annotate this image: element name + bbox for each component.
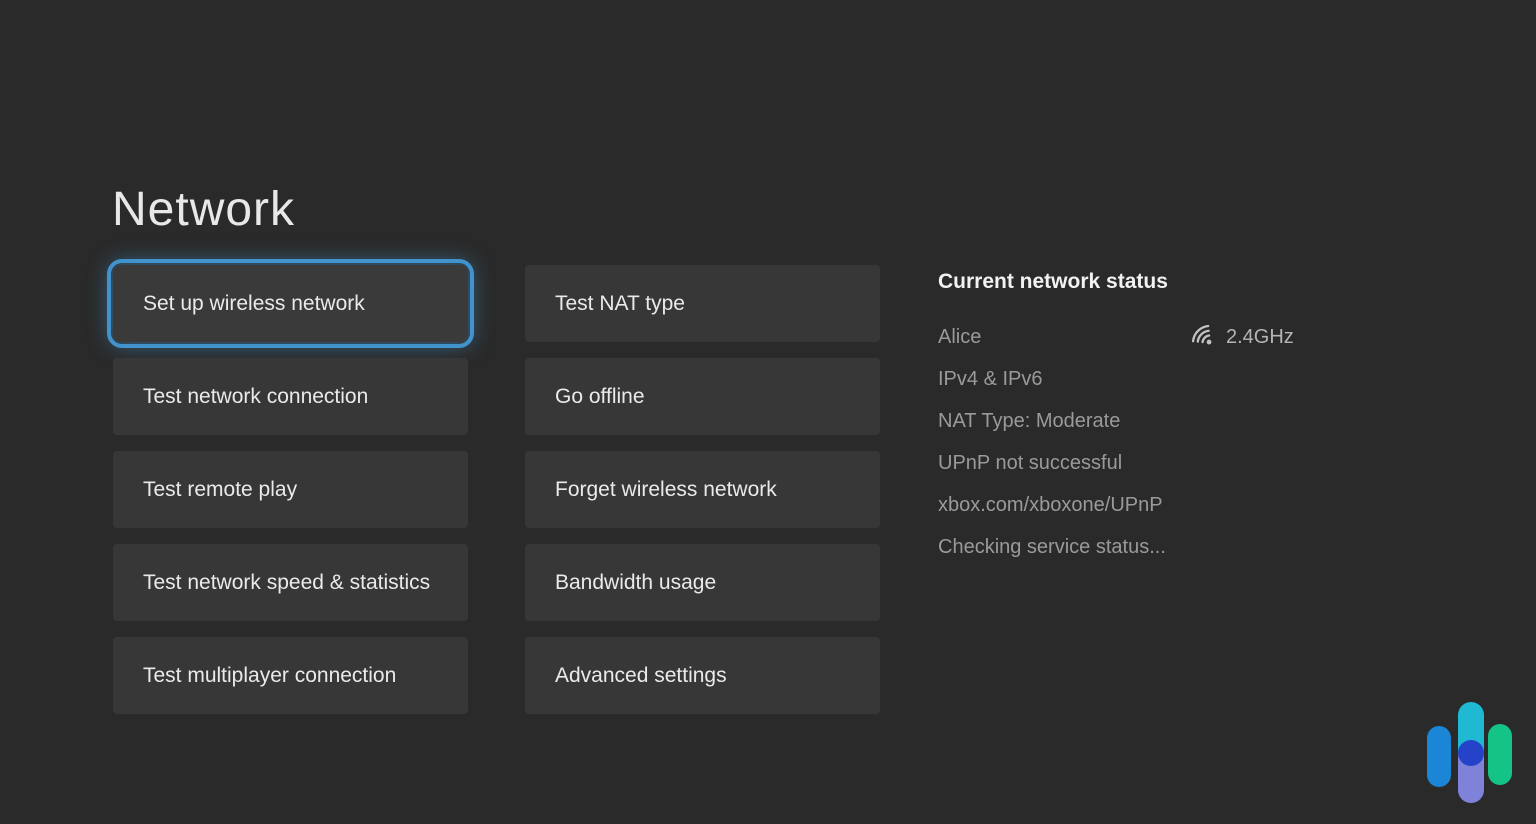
network-name: Alice	[938, 326, 981, 349]
status-row-network-name: Alice 2.4GHz	[938, 316, 1300, 358]
button-test-network-speed-statistics[interactable]: Test network speed & statistics	[113, 544, 468, 621]
status-text-upnp: UPnP not successful	[938, 452, 1122, 475]
status-heading: Current network status	[938, 270, 1300, 294]
button-test-nat-type[interactable]: Test NAT type	[525, 265, 880, 342]
menu-column-left: Set up wireless network Test network con…	[113, 265, 468, 730]
button-test-multiplayer-connection[interactable]: Test multiplayer connection	[113, 637, 468, 714]
wifi-band: 2.4GHz	[1191, 316, 1294, 358]
wifi-icon	[1186, 319, 1223, 356]
status-text-nat-type: NAT Type: Moderate	[938, 410, 1120, 433]
button-test-remote-play[interactable]: Test remote play	[113, 451, 468, 528]
logo-bar-blue	[1427, 726, 1451, 787]
logo-bar-green	[1488, 724, 1512, 785]
status-text-upnp-url: xbox.com/xboxone/UPnP	[938, 494, 1163, 517]
button-test-network-connection[interactable]: Test network connection	[113, 358, 468, 435]
page-title: Network	[112, 182, 295, 237]
status-line-nat-type: NAT Type: Moderate	[938, 400, 1300, 442]
current-network-status-panel: Current network status Alice 2.4GHz IPv4…	[938, 270, 1300, 568]
menu-column-right: Test NAT type Go offline Forget wireless…	[525, 265, 880, 730]
button-bandwidth-usage[interactable]: Bandwidth usage	[525, 544, 880, 621]
button-advanced-settings[interactable]: Advanced settings	[525, 637, 880, 714]
button-go-offline[interactable]: Go offline	[525, 358, 880, 435]
status-line-upnp-url: xbox.com/xboxone/UPnP	[938, 484, 1300, 526]
logo-circle	[1458, 740, 1484, 766]
status-text-ip-version: IPv4 & IPv6	[938, 368, 1043, 391]
status-line-service-status: Checking service status...	[938, 526, 1300, 568]
button-forget-wireless-network[interactable]: Forget wireless network	[525, 451, 880, 528]
status-text-service-status: Checking service status...	[938, 536, 1166, 559]
status-line-upnp: UPnP not successful	[938, 442, 1300, 484]
button-set-up-wireless-network[interactable]: Set up wireless network	[113, 265, 468, 342]
brand-logo	[1427, 702, 1512, 803]
wifi-band-label: 2.4GHz	[1226, 326, 1294, 349]
status-line-ip-version: IPv4 & IPv6	[938, 358, 1300, 400]
